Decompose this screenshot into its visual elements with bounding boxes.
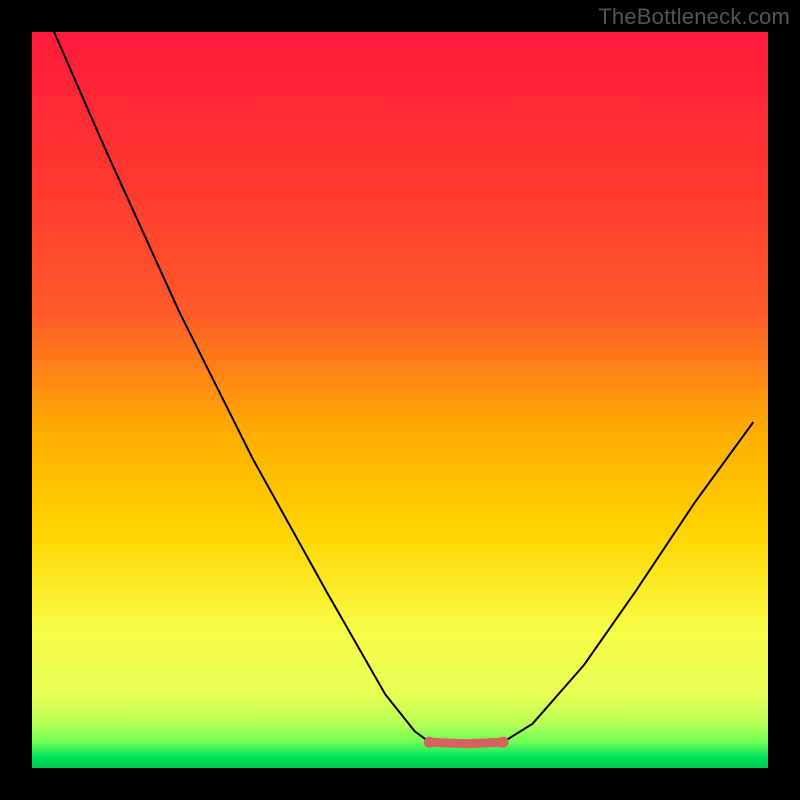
gradient-background [32, 32, 768, 768]
watermark-text: TheBottleneck.com [598, 4, 790, 30]
plot-svg [32, 32, 768, 768]
highlight-endpoint [424, 737, 435, 748]
plot-area [32, 32, 768, 768]
highlight-endpoint [498, 737, 509, 748]
optimal-range-highlight [429, 742, 503, 744]
chart-root: TheBottleneck.com [0, 0, 800, 800]
